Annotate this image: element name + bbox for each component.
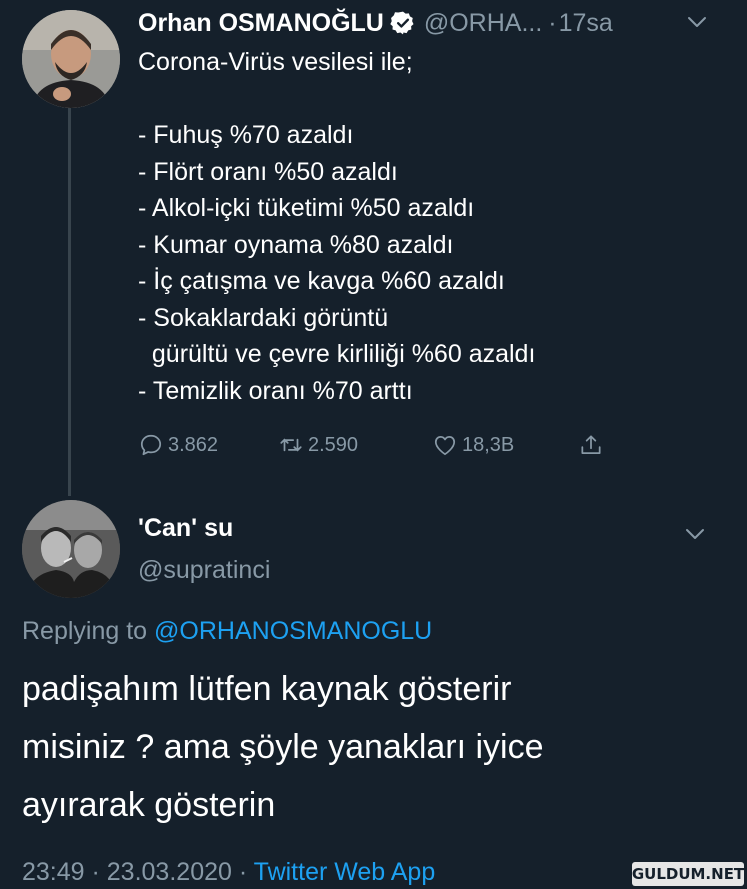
thread-connector-line xyxy=(68,108,71,496)
reply-count: 3.862 xyxy=(168,433,219,456)
tweet-line: - Fuhuş %70 azaldı xyxy=(138,121,354,149)
source-app-link[interactable]: Twitter Web App xyxy=(254,858,436,886)
avatar-image-icon xyxy=(22,500,120,598)
tweet-line: - Flört oranı %50 azaldı xyxy=(138,157,398,186)
tweet-header: Orhan OSMANOĞLU @ORHA... · 17sa xyxy=(138,8,613,38)
chevron-down-icon[interactable] xyxy=(686,12,708,32)
tweet-line: - Temizlik oranı %70 arttı xyxy=(138,376,413,405)
avatar-image-icon xyxy=(22,10,120,108)
tweet-line xyxy=(138,81,718,118)
reply-text: padişahım lütfen kaynak gösterir misiniz… xyxy=(22,660,722,834)
like-button[interactable]: 18,3B xyxy=(432,432,578,458)
author-avatar[interactable] xyxy=(22,10,120,108)
verified-badge-icon xyxy=(390,11,414,35)
chevron-down-icon[interactable] xyxy=(684,524,706,544)
replying-to-mention[interactable]: @ORHANOSMANOGLU xyxy=(154,617,432,645)
tweet-line: gürültü ve çevre kirliliği %60 azaldı xyxy=(138,340,536,368)
retweet-count: 2.590 xyxy=(308,433,359,456)
reply-author-avatar[interactable] xyxy=(22,500,120,598)
reply-line: misiniz ? ama şöyle yanakları iyice xyxy=(22,728,544,766)
retweet-button[interactable]: 2.590 xyxy=(278,432,432,458)
tweet-actions: 3.862 2.590 18,3B xyxy=(138,428,618,462)
tweet-text: Corona-Virüs vesilesi ile; - Fuhuş %70 a… xyxy=(138,44,718,409)
reply-author-name[interactable]: 'Can' su xyxy=(138,514,233,543)
reply-author-handle[interactable]: @supratinci xyxy=(138,556,270,585)
tweet-line: - Kumar oynama %80 azaldı xyxy=(138,230,454,259)
tweet-metadata: 23:49 · 23.03.2020 · Twitter Web App xyxy=(22,858,435,887)
watermark: GULDUM.NET xyxy=(632,862,744,886)
tweet-line: - Sokaklardaki görüntü xyxy=(138,303,389,332)
share-button[interactable] xyxy=(578,432,618,458)
like-icon xyxy=(434,436,456,456)
tweet-time[interactable]: 17sa xyxy=(559,9,613,38)
author-name[interactable]: Orhan OSMANOĞLU xyxy=(138,9,384,38)
reply-line: padişahım lütfen kaynak gösterir xyxy=(22,670,512,708)
tweet-line: - İç çatışma ve kavga %60 azaldı xyxy=(138,267,505,295)
author-handle[interactable]: @ORHA... xyxy=(424,9,542,38)
replying-to: Replying to @ORHANOSMANOGLU xyxy=(22,617,432,646)
reply-icon xyxy=(140,434,162,456)
header-separator: · xyxy=(548,8,557,37)
tweet-line: Corona-Virüs vesilesi ile; xyxy=(138,48,413,76)
reply-button[interactable]: 3.862 xyxy=(138,432,278,458)
retweet-icon xyxy=(280,438,302,452)
share-icon xyxy=(581,435,601,454)
replying-to-prefix: Replying to xyxy=(22,617,148,645)
tweet-line: - Alkol-içki tüketimi %50 azaldı xyxy=(138,194,475,222)
reply-line: ayırarak gösterin xyxy=(22,786,276,824)
like-count: 18,3B xyxy=(462,433,515,456)
reply-timestamp[interactable]: 23:49 · 23.03.2020 · xyxy=(22,858,247,886)
